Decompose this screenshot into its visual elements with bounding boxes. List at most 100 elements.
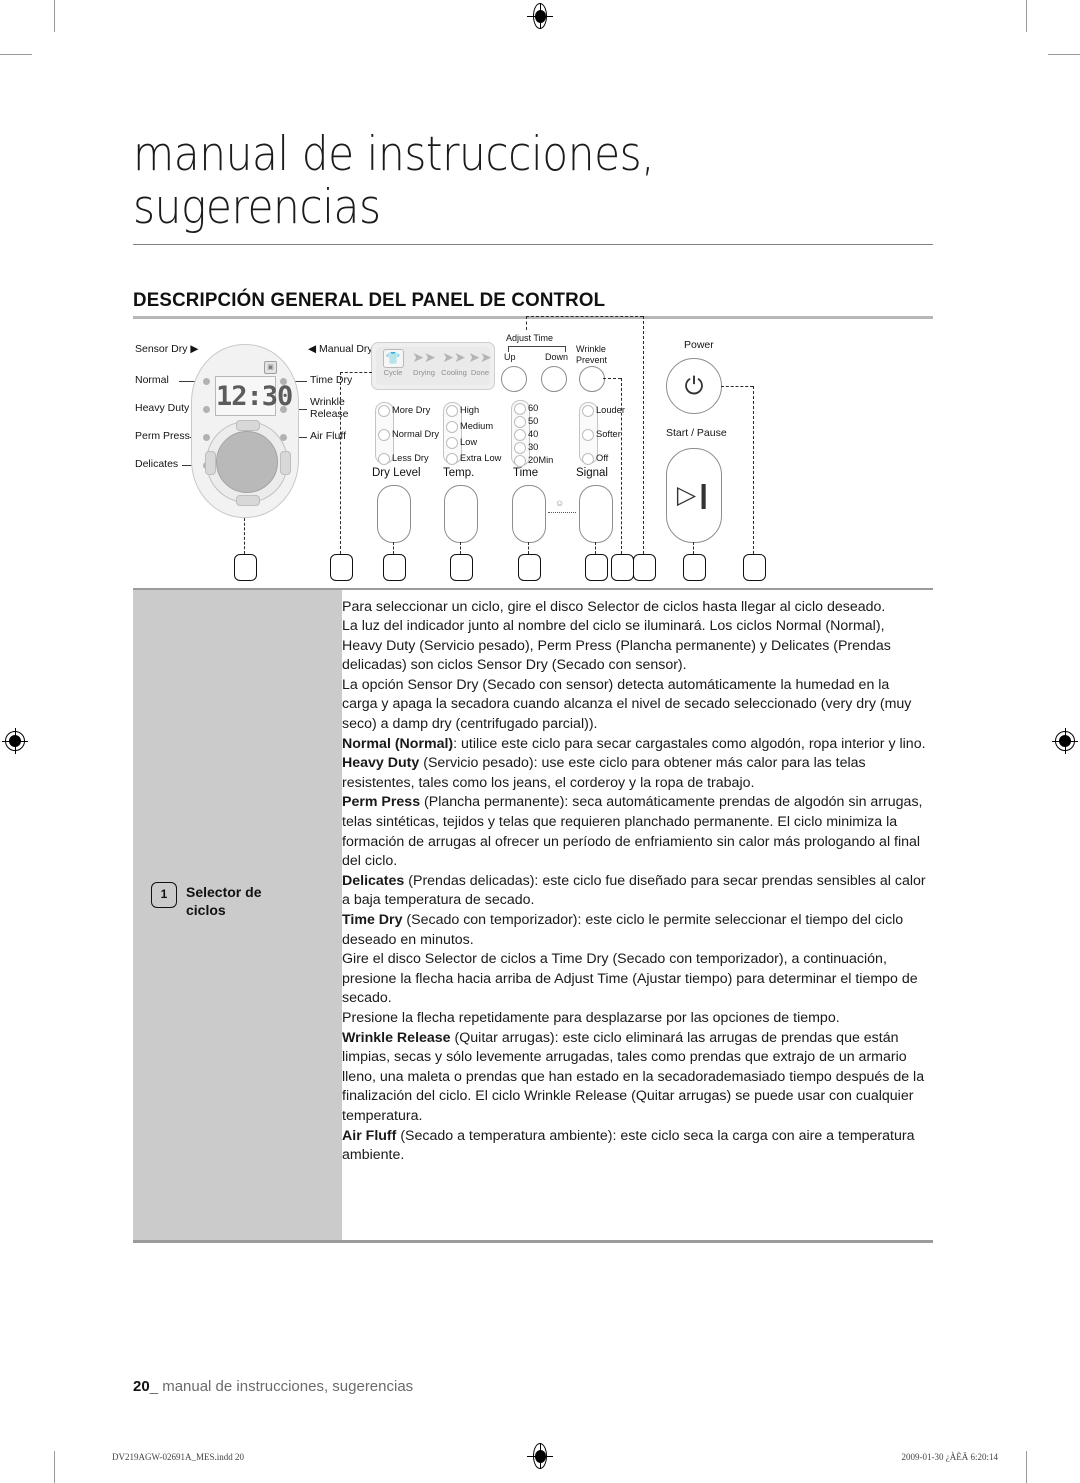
dial-knob[interactable] (205, 420, 291, 506)
section-heading: DESCRIPCIÓN GENERAL DEL PANEL DE CONTROL (133, 289, 606, 311)
callout-box-power (743, 554, 766, 581)
page-title-line-1: manual de instrucciones, (133, 127, 655, 182)
progress-connector-down (340, 372, 341, 554)
paragraph-text: : utilice este ciclo para secar cargasta… (453, 735, 926, 752)
feature-label-line-2: ciclos (186, 901, 226, 918)
callout-box-progress (330, 554, 353, 581)
dial-label-wrinkle-release: Wrinkle Release (310, 396, 349, 420)
progress-label-cycle: Cycle (383, 368, 403, 377)
feature-label-group: 1 Selector de ciclos (151, 881, 262, 919)
time-dot-30 (514, 442, 526, 454)
paragraph-text: Presione la flecha repetidamente para de… (342, 1009, 840, 1026)
dial-knob-face[interactable] (216, 431, 278, 493)
callout-box-time (518, 554, 541, 581)
filter-icon: ▣ (264, 361, 277, 374)
page-root: manual de instrucciones, sugerencias DES… (0, 0, 1080, 1483)
time-label-20min: 20Min (528, 455, 554, 465)
callout-box-adjust-time (633, 554, 656, 581)
adjust-time-connector-h (526, 316, 643, 317)
crop-line-right-top (1048, 54, 1080, 55)
power-connector-v (753, 386, 754, 554)
dry-level-button[interactable] (377, 485, 411, 543)
description-paragraph: Air Fluff (Secado a temperatura ambiente… (342, 1127, 933, 1166)
progress-label-drying: Drying (413, 368, 435, 377)
sensor-dry-group-label: Sensor Dry ▶ (135, 343, 199, 355)
paragraph-bold-lead: Air Fluff (342, 1127, 397, 1144)
crop-line-bottom-left (54, 1451, 55, 1483)
power-button[interactable]: ⏻ (666, 358, 722, 414)
progress-step-done: ➤➤ Done (467, 348, 493, 379)
temp-dot-medium (446, 421, 458, 433)
description-paragraph: Perm Press (Plancha permanente): seca au… (342, 793, 933, 871)
callout-box-temp (450, 554, 473, 581)
dial-label-time-dry: Time Dry (310, 374, 353, 386)
temp-connector (460, 542, 461, 554)
cycle-selector-dial[interactable]: ▣ 12:30 (191, 344, 299, 518)
table-cell-description: Para seleccionar un ciclo, gire el disco… (342, 590, 933, 1166)
chevrons-drying-icon: ➤➤ (412, 349, 436, 365)
description-paragraph: La opción Sensor Dry (Secado con sensor)… (342, 676, 933, 735)
paragraph-text: Gire el disco Selector de ciclos a Time … (342, 951, 918, 1007)
paragraph-bold-lead: Time Dry (342, 912, 403, 928)
progress-step-cycle: 👕 Cycle (378, 348, 408, 379)
temp-button[interactable] (444, 485, 478, 543)
paragraph-bold-lead: Wrinkle Release (342, 1029, 451, 1046)
start-pause-label: Start / Pause (666, 427, 727, 439)
manual-dry-group-label: ◀ Manual Dry (308, 343, 373, 355)
wrinkle-prevent-label: Wrinkle Prevent (576, 344, 622, 365)
adjust-time-connector-down (643, 316, 644, 554)
time-dot-40 (514, 429, 526, 441)
signal-connector (595, 542, 596, 554)
start-pause-connector (693, 542, 694, 554)
adjust-time-down-label: Down (545, 352, 569, 362)
adjust-time-down-button[interactable] (541, 366, 567, 392)
dry-level-title: Dry Level (372, 467, 421, 479)
dial-label-normal: Normal (135, 374, 169, 386)
paragraph-text: (Plancha permanente): seca automáticamen… (342, 794, 923, 870)
dry-level-dot-normal (378, 429, 390, 441)
feature-label-line-1: Selector de (186, 883, 262, 900)
print-footer-right: 2009-01-30 ¿ÀÈÄ 6:20:14 (901, 1452, 999, 1462)
callout-box-signal (585, 554, 608, 581)
dry-level-label-more: More Dry (392, 405, 431, 415)
shirt-icon: 👕 (378, 348, 408, 368)
paragraph-bold-lead: Delicates (342, 872, 405, 889)
title-divider (133, 244, 933, 245)
wrinkle-prevent-button[interactable] (579, 366, 605, 392)
page-title: manual de instrucciones, sugerencias (133, 128, 853, 234)
time-label-40: 40 (528, 429, 539, 439)
start-pause-button[interactable]: ▷❙ (666, 448, 722, 543)
led-heavy-duty (203, 406, 210, 413)
feature-number-badge: 1 (151, 881, 177, 908)
knob-ridge-bottom (236, 495, 260, 506)
footer-page-text: _ manual de instrucciones, sugerencias (149, 1378, 414, 1395)
dry-level-dot-less (378, 453, 390, 465)
progress-step-drying: ➤➤ Drying (409, 348, 439, 379)
control-panel-diagram: Sensor Dry ▶ ◀ Manual Dry Normal Heavy D… (133, 316, 933, 588)
chevrons-done-icon: ➤➤ (468, 349, 492, 365)
table-cell-label: 1 Selector de ciclos (133, 589, 342, 1240)
power-label: Power (684, 339, 714, 351)
dial-label-heavy-duty: Heavy Duty (135, 402, 190, 414)
cycle-progress-indicator: 👕 Cycle ➤➤ Drying ➤➤ Cooling ➤➤ Done (371, 342, 495, 390)
adjust-time-up-button[interactable] (501, 366, 527, 392)
paragraph-text: La opción Sensor Dry (Secado con sensor)… (342, 676, 912, 733)
registration-mark-bottom (527, 1443, 553, 1469)
time-connector (528, 542, 529, 554)
temp-dot-low (446, 437, 458, 449)
time-dot-60 (514, 403, 526, 415)
adjust-time-connector-up (526, 316, 527, 330)
crop-line-top-left (54, 0, 55, 32)
time-label-60: 60 (528, 403, 539, 413)
progress-step-cooling: ➤➤ Cooling (439, 348, 469, 379)
knob-ridge-left (205, 451, 216, 475)
dry-level-dot-more (378, 405, 390, 417)
dial-label-delicates: Delicates (135, 458, 179, 470)
chevrons-cooling-icon: ➤➤ (442, 349, 466, 365)
time-button[interactable] (512, 485, 546, 543)
signal-button[interactable] (579, 485, 613, 543)
footer-page-number: 20 (133, 1378, 150, 1395)
dial-label-perm-press: Perm Press (135, 430, 190, 442)
time-label-50: 50 (528, 416, 539, 426)
description-paragraph: Gire el disco Selector de ciclos a Time … (342, 950, 933, 1009)
